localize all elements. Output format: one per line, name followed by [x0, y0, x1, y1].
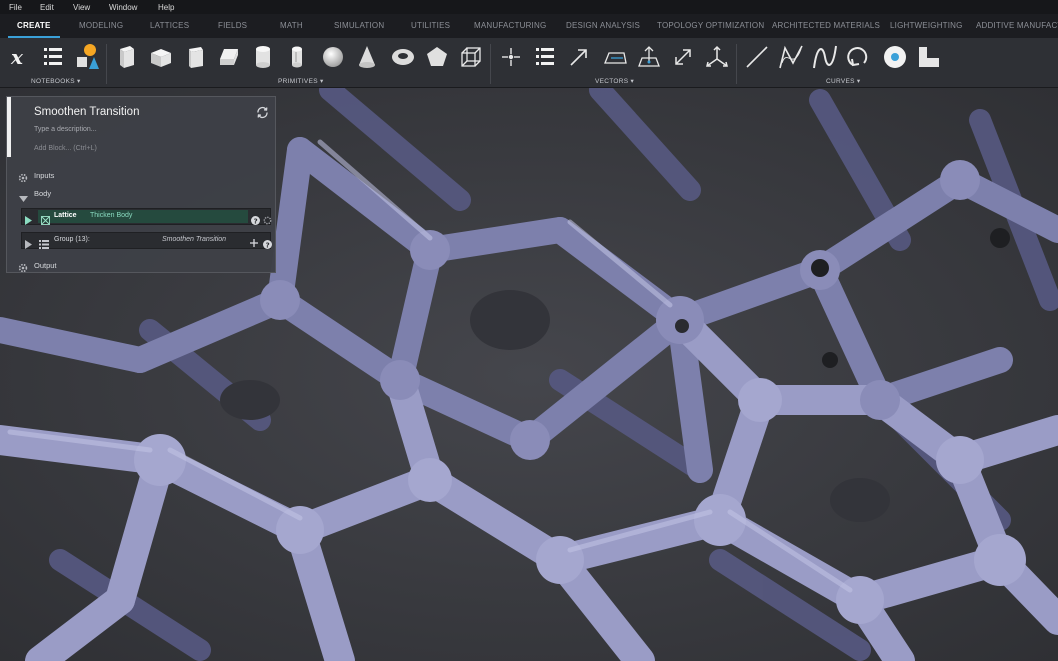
lattice-icon: [41, 212, 50, 230]
primitives-group-label[interactable]: PRIMITIVES ▾: [278, 77, 324, 85]
capsule-icon[interactable]: [282, 42, 312, 72]
menu-help[interactable]: Help: [158, 3, 174, 12]
tab-architected-materials[interactable]: ARCHITECTED MATERIALS: [772, 14, 880, 38]
settings-icon[interactable]: [263, 212, 272, 230]
cuboid-icon[interactable]: [180, 42, 210, 72]
group-label: Group (13):: [54, 236, 90, 243]
lattice-block-row[interactable]: Lattice Thicken Body ?: [21, 208, 272, 225]
menu-bar: File Edit View Window Help: [0, 0, 1058, 14]
ribbon-tabs: CREATE MODELING LATTICES FIELDS MATH SIM…: [0, 14, 1058, 38]
tab-additive-manufacturing[interactable]: ADDITIVE MANUFACTU: [976, 14, 1058, 38]
vector-arrow-icon[interactable]: [564, 42, 594, 72]
svg-text:x: x: [10, 45, 24, 69]
tab-design-analysis[interactable]: DESIGN ANALYSIS: [566, 14, 640, 38]
add-block-input[interactable]: Add Block... (Ctrl+L): [34, 145, 97, 152]
prism-icon[interactable]: [214, 42, 244, 72]
tab-topology-optimization[interactable]: TOPOLOGY OPTIMIZATION: [657, 14, 764, 38]
list-icon[interactable]: [38, 42, 68, 72]
expand-arrow-icon[interactable]: [25, 236, 32, 254]
description-input[interactable]: Type a description...: [34, 126, 97, 133]
toolbar-separator: [736, 44, 737, 84]
group-list-icon: [39, 236, 49, 254]
shapes-icon[interactable]: [72, 42, 102, 72]
tab-manufacturing[interactable]: MANUFACTURING: [474, 14, 546, 38]
tab-lattices[interactable]: LATTICES: [150, 14, 189, 38]
toolbar-separator: [106, 44, 107, 84]
app-window: File Edit View Window Help CREATE MODELI…: [0, 0, 1058, 661]
menu-file[interactable]: File: [9, 3, 22, 12]
sphere-icon[interactable]: [318, 42, 348, 72]
body-label[interactable]: Body: [34, 189, 51, 198]
svg-text:?: ?: [254, 217, 258, 225]
vectors-group-label[interactable]: VECTORS ▾: [595, 77, 634, 85]
panel-title[interactable]: Smoothen Transition: [34, 106, 139, 118]
line-icon[interactable]: [742, 42, 772, 72]
toolbar-separator: [490, 44, 491, 84]
lattice-type-label: Lattice: [54, 212, 77, 219]
chevron-down-icon[interactable]: [19, 190, 28, 208]
menu-view[interactable]: View: [73, 3, 90, 12]
menu-window[interactable]: Window: [109, 3, 137, 12]
group-block-row[interactable]: Group (13): Smoothen Transition ?: [21, 232, 272, 249]
gear-icon: [18, 170, 28, 188]
notebook-panel: Smoothen Transition Type a description..…: [6, 96, 276, 273]
tab-create[interactable]: CREATE: [17, 14, 51, 38]
help-icon[interactable]: ?: [263, 236, 272, 254]
tab-simulation[interactable]: SIMULATION: [334, 14, 384, 38]
inputs-label[interactable]: Inputs: [34, 171, 54, 180]
tab-utilities[interactable]: UTILITIES: [411, 14, 450, 38]
spline-icon[interactable]: [810, 42, 840, 72]
add-icon[interactable]: [249, 235, 259, 253]
profile-icon[interactable]: [914, 42, 944, 72]
lattice-chip[interactable]: Lattice Thicken Body: [38, 210, 248, 225]
lattice-value[interactable]: Thicken Body: [90, 212, 132, 219]
tab-lightweighting[interactable]: LIGHTWEIGHTING: [890, 14, 963, 38]
frame-icon[interactable]: [702, 42, 732, 72]
wireframe-cube-icon[interactable]: [456, 42, 486, 72]
cone-icon[interactable]: [352, 42, 382, 72]
tab-fields[interactable]: FIELDS: [218, 14, 247, 38]
curves-group-label[interactable]: CURVES ▾: [826, 77, 860, 85]
circle-icon[interactable]: [880, 42, 910, 72]
arc-icon[interactable]: [844, 42, 874, 72]
variable-icon[interactable]: x: [4, 42, 34, 72]
box-icon[interactable]: [146, 42, 176, 72]
tab-modeling[interactable]: MODELING: [79, 14, 123, 38]
menu-edit[interactable]: Edit: [40, 3, 54, 12]
help-icon[interactable]: ?: [251, 212, 260, 230]
notebooks-group-label[interactable]: NOTEBOOKS ▾: [31, 77, 81, 85]
plane-normal-icon[interactable]: [634, 42, 664, 72]
svg-text:?: ?: [266, 241, 270, 249]
two-point-icon[interactable]: [668, 42, 698, 72]
panel-accent-bar: [7, 97, 11, 157]
pentagon-icon[interactable]: [422, 42, 452, 72]
cube-icon[interactable]: [112, 42, 142, 72]
tab-math[interactable]: MATH: [280, 14, 303, 38]
polyline-icon[interactable]: [776, 42, 806, 72]
torus-icon[interactable]: [388, 42, 418, 72]
cylinder-icon[interactable]: [248, 42, 278, 72]
output-label[interactable]: Output: [34, 261, 57, 270]
vector-list-icon[interactable]: [530, 42, 560, 72]
point-icon[interactable]: [496, 42, 526, 72]
expand-arrow-icon[interactable]: [25, 212, 32, 230]
plane-icon[interactable]: [600, 42, 630, 72]
refresh-icon[interactable]: [256, 106, 269, 124]
gear-icon: [18, 260, 28, 278]
group-value[interactable]: Smoothen Transition: [162, 236, 226, 243]
